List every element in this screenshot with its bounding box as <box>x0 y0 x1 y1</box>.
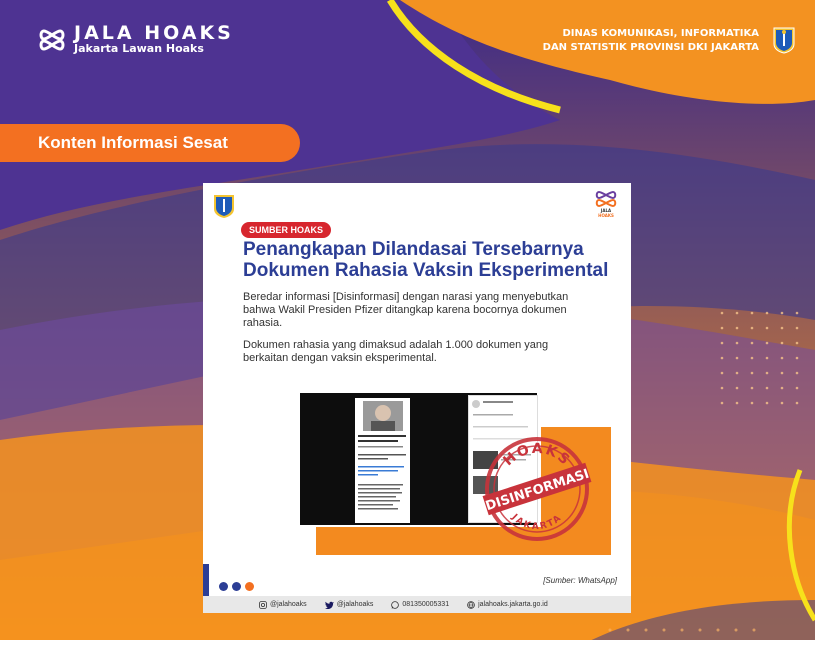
stamp-middle-text: DISINFORMASI <box>484 467 591 515</box>
dki-jakarta-emblem-icon <box>773 27 795 54</box>
hoax-info-card: JALA HOAKS SUMBER HOAKS Penangkapan Dila… <box>203 183 631 613</box>
globe-icon <box>467 600 475 609</box>
card-footer: @jalahoaks @jalahoaks 081350005331 jalah… <box>203 596 631 613</box>
jala-hoaks-logo: JALA HOAKS Jakarta Lawan Hoaks <box>38 24 234 55</box>
source-hoax-badge: SUMBER HOAKS <box>241 222 332 238</box>
card-paragraph-2: Dokumen rahasia yang dimaksud adalah 1.0… <box>243 339 549 364</box>
dot-orange <box>245 582 254 591</box>
footer-website[interactable]: jalahoaks.jakarta.go.id <box>467 600 548 609</box>
department-line-1: DINAS KOMUNIKASI, INFORMATIKA <box>562 28 759 39</box>
whatsapp-icon <box>391 600 400 609</box>
footer-whatsapp-number: 081350005331 <box>402 601 450 608</box>
decorative-dots <box>219 582 254 591</box>
logo-text-group: JALA HOAKS Jakarta Lawan Hoaks <box>74 22 234 56</box>
slide: JALA HOAKS Jakarta Lawan Hoaks DINAS KOM… <box>0 0 815 657</box>
department-line-2: DAN STATISTIK PROVINSI DKI JAKARTA <box>542 42 759 53</box>
svg-text:HOAKS: HOAKS <box>598 213 614 218</box>
dot-navy <box>219 582 228 591</box>
card-paragraph-1: Beredar informasi [Disinformasi] dengan … <box>243 291 569 329</box>
footer-instagram[interactable]: @jalahoaks <box>259 600 307 609</box>
footer-whatsapp[interactable]: 081350005331 <box>391 600 450 609</box>
twitter-icon <box>324 601 334 609</box>
stamp-bottom-text: JAKARTA <box>509 512 563 532</box>
source-caption: [Sumber: WhatsApp] <box>543 576 617 585</box>
card-jala-hoaks-logo-icon: JALA HOAKS <box>595 190 617 218</box>
instagram-icon <box>259 600 267 609</box>
footer-twitter-handle: @jalahoaks <box>336 601 374 608</box>
category-label: Konten Informasi Sesat <box>0 124 300 162</box>
department-name: DINAS KOMUNIKASI, INFORMATIKA DAN STATIS… <box>543 27 759 55</box>
jala-hoaks-mark-icon <box>39 28 65 51</box>
headline-line-2: Dokumen Rahasia Vaksin Eksperimental <box>243 260 609 281</box>
screenshot-content-icon <box>358 401 406 510</box>
card-headline: Penangkapan Dilandasai Tersebarnya Dokum… <box>243 239 613 281</box>
footer-twitter[interactable]: @jalahoaks <box>324 601 374 609</box>
disinformation-stamp: HOAKS JAKARTA DISINFORMASI <box>482 437 592 541</box>
svg-text:JAKARTA: JAKARTA <box>509 512 565 532</box>
dot-navy-2 <box>232 582 241 591</box>
screenshot-message-panel <box>355 398 410 523</box>
footer-instagram-handle: @jalahoaks <box>270 601 307 608</box>
card-jakarta-emblem-icon <box>214 195 234 218</box>
logo-title: JALA HOAKS <box>74 22 234 44</box>
headline-line-1: Penangkapan Dilandasai Tersebarnya <box>243 239 584 260</box>
footer-website-url: jalahoaks.jakarta.go.id <box>478 601 548 608</box>
